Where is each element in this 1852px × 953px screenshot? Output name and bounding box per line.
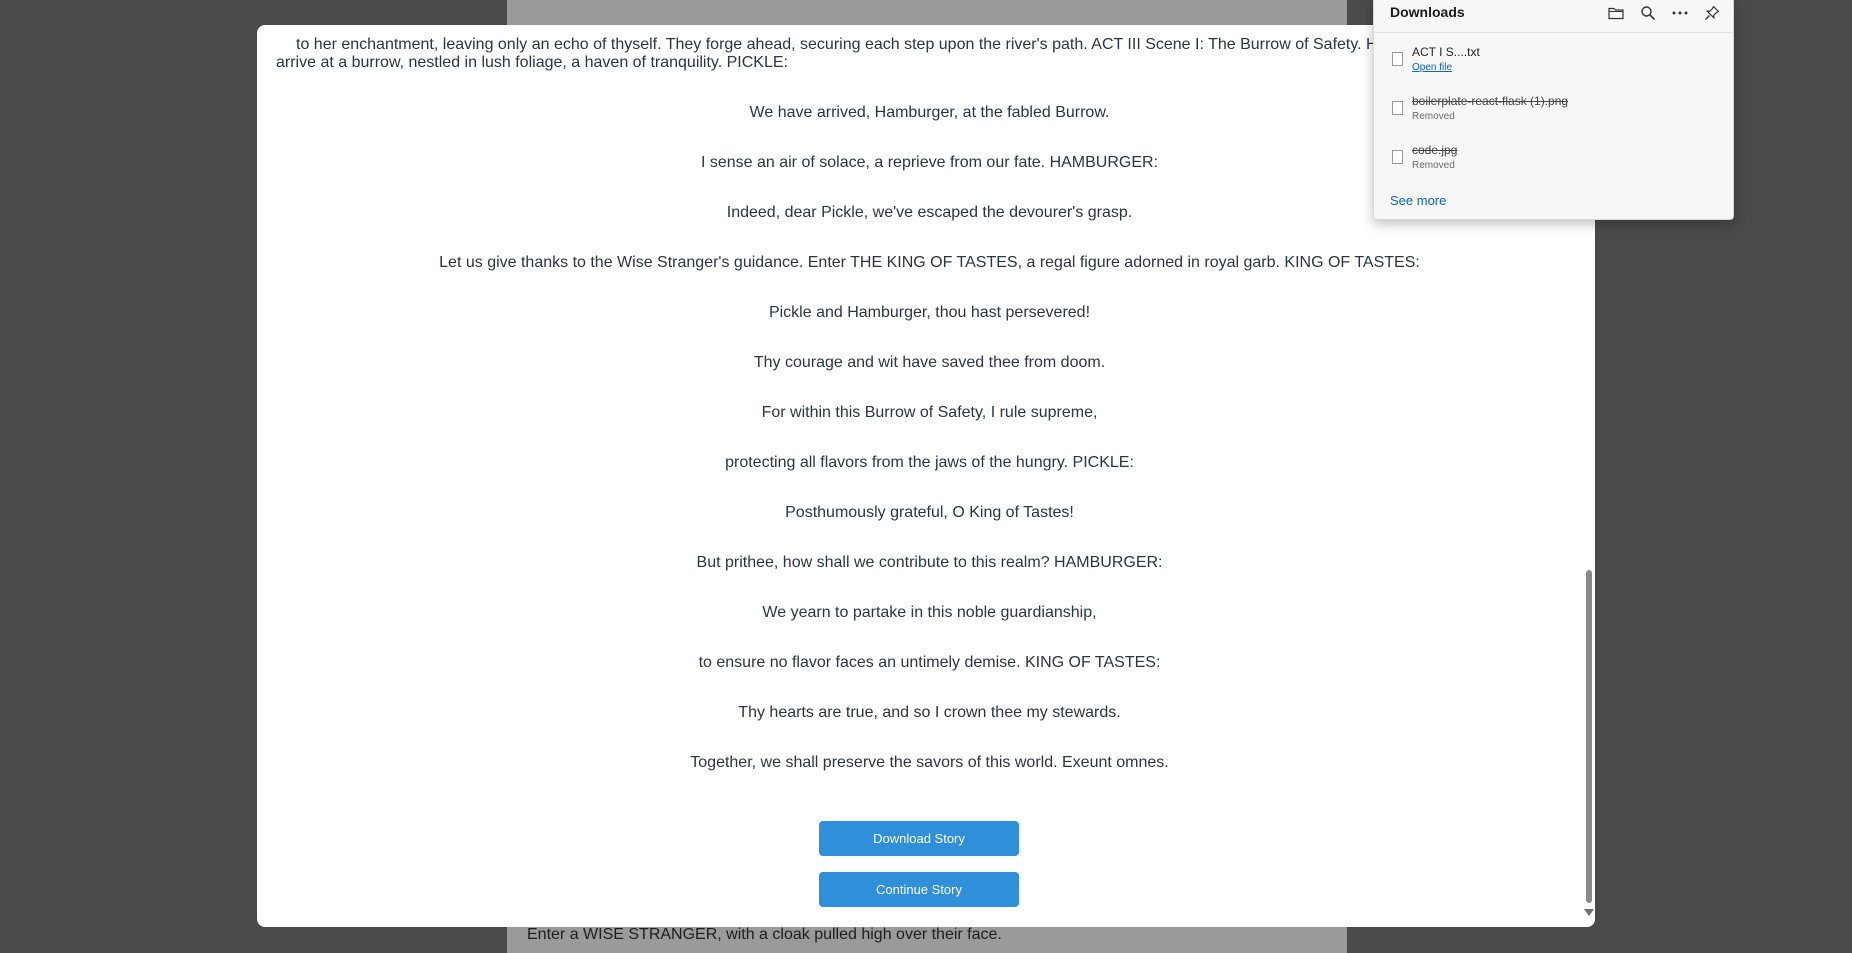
story-verse: Together, we shall preserve the savors o… <box>690 754 1169 771</box>
continue-story-button[interactable]: Continue Story <box>819 872 1019 907</box>
story-verse: Thy hearts are true, and so I crown thee… <box>738 704 1121 721</box>
scrollbar-thumb[interactable] <box>1586 570 1592 903</box>
download-item-name: code.jpg <box>1412 143 1458 157</box>
story-verse: protecting all flavors from the jaws of … <box>725 454 1134 471</box>
download-item[interactable]: ACT I S....txt Open file <box>1388 44 1718 84</box>
image-file-icon <box>1392 150 1403 164</box>
see-more-link[interactable]: See more <box>1390 193 1446 208</box>
downloads-panel: Downloads ACT I S....txt Open file boile… <box>1373 0 1734 220</box>
story-verse: Posthumously grateful, O King of Tastes! <box>785 504 1074 521</box>
search-icon[interactable] <box>1637 3 1659 23</box>
downloads-divider <box>1374 32 1733 33</box>
open-file-link[interactable]: Open file <box>1412 62 1452 73</box>
story-verse: We yearn to partake in this noble guardi… <box>762 604 1097 621</box>
download-item-status: Removed <box>1412 160 1455 171</box>
scroll-down-arrow-icon[interactable] <box>1584 909 1594 916</box>
background-page-text: Enter a WISE STRANGER, with a cloak pull… <box>527 926 1002 943</box>
download-item-status: Removed <box>1412 111 1455 122</box>
downloads-toolbar <box>1605 3 1723 23</box>
download-item-name: ACT I S....txt <box>1412 45 1480 59</box>
download-item-name: boilerplate-react-flask (1).png <box>1412 94 1569 108</box>
story-verse: Thy courage and wit have saved thee from… <box>753 354 1106 371</box>
story-verse: Let us give thanks to the Wise Stranger'… <box>439 254 1420 271</box>
downloads-title: Downloads <box>1390 4 1465 20</box>
more-icon[interactable] <box>1669 3 1691 23</box>
story-verse: to ensure no flavor faces an untimely de… <box>698 654 1161 671</box>
folder-icon[interactable] <box>1605 3 1627 23</box>
story-verse: But prithee, how shall we contribute to … <box>696 554 1163 571</box>
image-file-icon <box>1392 101 1403 115</box>
story-verse: Pickle and Hamburger, thou hast persever… <box>768 304 1091 321</box>
story-verse: For within this Burrow of Safety, I rule… <box>761 404 1098 421</box>
pin-icon[interactable] <box>1701 3 1723 23</box>
download-item[interactable]: boilerplate-react-flask (1).png Removed <box>1388 93 1718 133</box>
text-file-icon <box>1392 52 1403 66</box>
download-item[interactable]: code.jpg Removed <box>1388 142 1718 182</box>
download-story-button[interactable]: Download Story <box>819 821 1019 856</box>
